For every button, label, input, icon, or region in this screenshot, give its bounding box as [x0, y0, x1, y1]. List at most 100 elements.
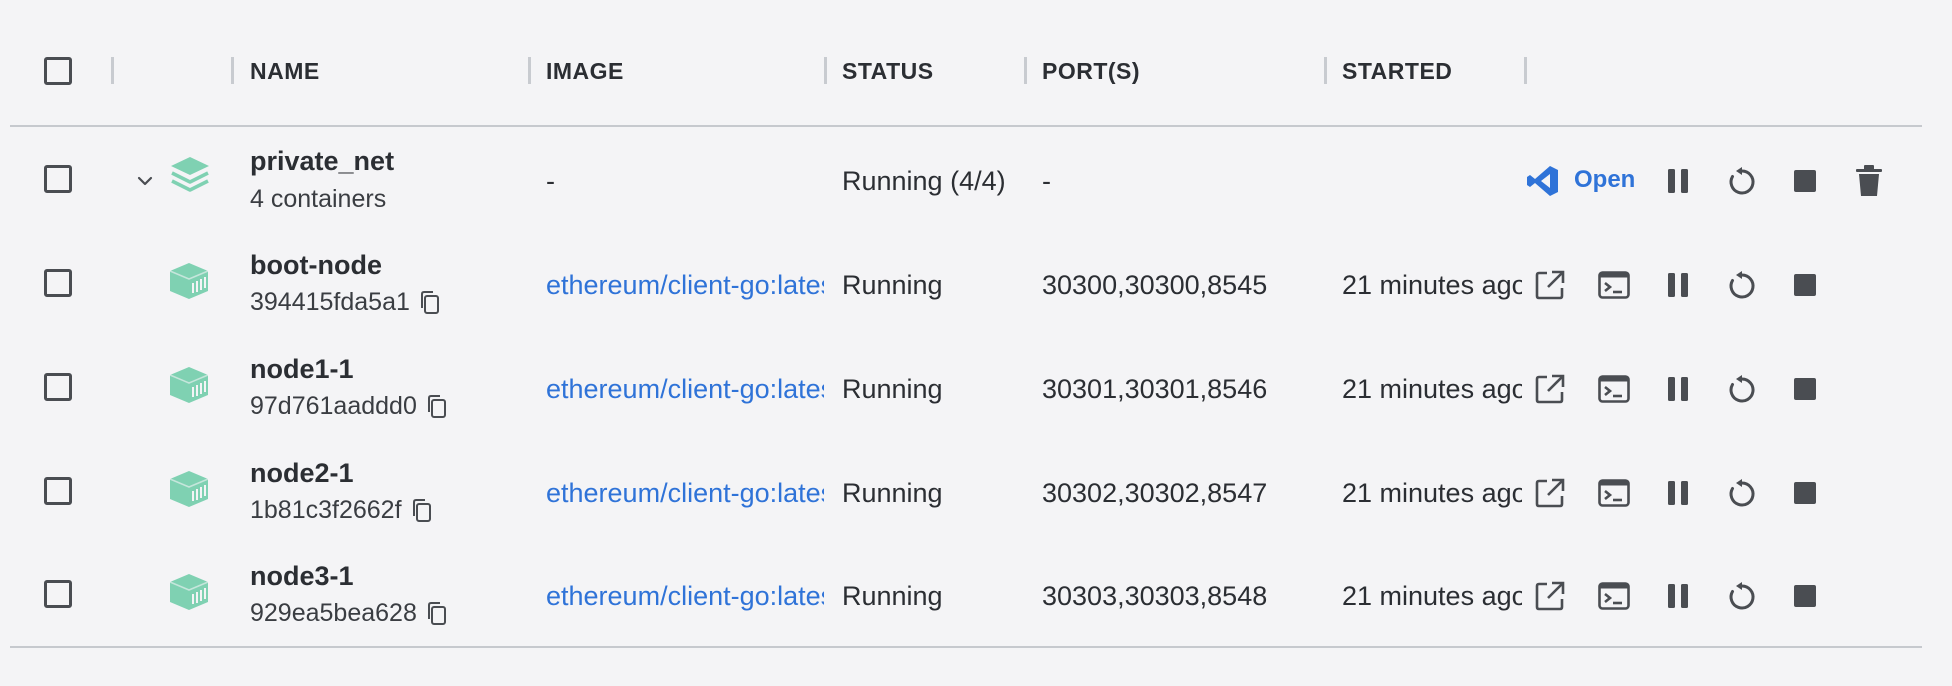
row-checkbox[interactable] — [44, 373, 72, 401]
image-name[interactable]: ethereum/client-go:latest — [546, 270, 824, 300]
open-in-browser-button[interactable] — [1530, 473, 1570, 513]
started-text: 21 minutes ago — [1342, 270, 1522, 300]
table-row[interactable]: node1-1 97d761aaddd0 ethereum/client-go:… — [0, 336, 1952, 440]
copy-icon[interactable] — [427, 601, 447, 626]
open-in-vscode-button[interactable]: Open — [1574, 166, 1635, 194]
stop-button[interactable] — [1785, 576, 1825, 616]
trash-icon — [1856, 165, 1882, 196]
table-bottom-divider — [10, 646, 1922, 648]
pause-button[interactable] — [1658, 265, 1698, 305]
external-link-icon — [1535, 581, 1565, 611]
image-name[interactable]: ethereum/client-go:latest — [546, 374, 824, 404]
image-name[interactable]: ethereum/client-go:latest — [546, 478, 824, 508]
column-divider[interactable] — [1024, 57, 1027, 84]
stop-button[interactable] — [1785, 265, 1825, 305]
table-row[interactable]: boot-node 394415fda5a1 ethereum/client-g… — [0, 232, 1952, 336]
open-in-browser-button[interactable] — [1530, 265, 1570, 305]
terminal-icon — [1598, 582, 1630, 610]
restart-button[interactable] — [1722, 473, 1762, 513]
column-divider[interactable] — [528, 57, 531, 84]
pause-button[interactable] — [1658, 369, 1698, 409]
row-checkbox[interactable] — [44, 580, 72, 608]
container-id-group: 929ea5bea628 — [250, 599, 447, 628]
containers-table: NAME IMAGE STATUS PORT(S) STARTED privat… — [0, 0, 1952, 686]
column-header-started[interactable]: STARTED — [1342, 58, 1452, 85]
column-divider[interactable] — [111, 57, 114, 84]
vscode-icon[interactable] — [1526, 164, 1560, 198]
container-icon — [169, 263, 209, 299]
image-name[interactable]: ethereum/client-go:latest — [546, 581, 824, 611]
container-ports[interactable]: 30302,30302,8547 — [1042, 478, 1267, 509]
pause-button[interactable] — [1658, 473, 1698, 513]
table-row[interactable]: node2-1 1b81c3f2662f ethereum/client-go:… — [0, 440, 1952, 544]
container-ports[interactable]: 30301,30301,8546 — [1042, 374, 1267, 405]
terminal-button[interactable] — [1594, 576, 1634, 616]
external-link-icon — [1535, 478, 1565, 508]
restart-button[interactable] — [1722, 576, 1762, 616]
column-divider[interactable] — [231, 57, 234, 84]
terminal-button[interactable] — [1594, 473, 1634, 513]
pause-button[interactable] — [1658, 161, 1698, 201]
row-checkbox[interactable] — [44, 269, 72, 297]
stop-button[interactable] — [1785, 161, 1825, 201]
started-text: 21 minutes ago — [1342, 581, 1522, 611]
select-all-checkbox[interactable] — [44, 57, 72, 85]
stop-icon — [1794, 585, 1816, 607]
pause-button[interactable] — [1658, 576, 1698, 616]
terminal-icon — [1598, 375, 1630, 403]
column-header-status[interactable]: STATUS — [842, 58, 934, 85]
stop-icon — [1794, 170, 1816, 192]
container-status: Running — [842, 478, 943, 508]
open-in-browser-button[interactable] — [1530, 369, 1570, 409]
container-id: 97d761aaddd0 — [250, 392, 417, 420]
container-name[interactable]: boot-node — [250, 250, 382, 281]
container-id-group: 394415fda5a1 — [250, 288, 440, 317]
container-name[interactable]: node1-1 — [250, 354, 354, 385]
container-ports[interactable]: 30303,30303,8548 — [1042, 581, 1267, 612]
stop-button[interactable] — [1785, 473, 1825, 513]
column-divider[interactable] — [1524, 57, 1527, 84]
container-image-link[interactable]: ethereum/client-go:latest — [546, 374, 824, 405]
group-status: Running (4/4) — [842, 166, 1006, 196]
container-name[interactable]: node2-1 — [250, 458, 354, 489]
stop-icon — [1794, 378, 1816, 400]
terminal-button[interactable] — [1594, 369, 1634, 409]
pause-icon — [1668, 169, 1688, 193]
stop-button[interactable] — [1785, 369, 1825, 409]
container-image-link[interactable]: ethereum/client-go:latest — [546, 478, 824, 509]
external-link-icon — [1535, 270, 1565, 300]
container-image-link[interactable]: ethereum/client-go:latest — [546, 581, 824, 612]
column-header-name[interactable]: NAME — [250, 58, 320, 85]
container-status: Running — [842, 581, 943, 611]
copy-icon[interactable] — [420, 290, 440, 315]
stop-icon — [1794, 482, 1816, 504]
container-id-group: 1b81c3f2662f — [250, 496, 432, 525]
column-header-image[interactable]: IMAGE — [546, 58, 624, 85]
container-name[interactable]: node3-1 — [250, 561, 354, 592]
column-divider[interactable] — [824, 57, 827, 84]
copy-icon[interactable] — [412, 498, 432, 523]
group-name[interactable]: private_net — [250, 146, 394, 177]
container-id: 394415fda5a1 — [250, 288, 410, 316]
restart-icon — [1729, 375, 1755, 403]
terminal-icon — [1598, 271, 1630, 299]
restart-button[interactable] — [1722, 161, 1762, 201]
table-row-group[interactable]: private_net 4 containers - Running (4/4)… — [0, 128, 1952, 232]
column-divider[interactable] — [1324, 57, 1327, 84]
open-in-browser-button[interactable] — [1530, 576, 1570, 616]
terminal-button[interactable] — [1594, 265, 1634, 305]
container-ports[interactable]: 30300,30300,8545 — [1042, 270, 1267, 301]
started-text: 21 minutes ago — [1342, 374, 1522, 404]
copy-icon[interactable] — [427, 394, 447, 419]
header-divider — [10, 125, 1922, 127]
restart-button[interactable] — [1722, 265, 1762, 305]
restart-button[interactable] — [1722, 369, 1762, 409]
column-header-ports[interactable]: PORT(S) — [1042, 58, 1140, 85]
delete-button[interactable] — [1849, 161, 1889, 201]
table-row[interactable]: node3-1 929ea5bea628 ethereum/client-go:… — [0, 543, 1952, 647]
row-checkbox[interactable] — [44, 477, 72, 505]
pause-icon — [1668, 584, 1688, 608]
chevron-down-icon[interactable] — [134, 170, 156, 192]
row-checkbox[interactable] — [44, 165, 72, 193]
container-image-link[interactable]: ethereum/client-go:latest — [546, 270, 824, 301]
